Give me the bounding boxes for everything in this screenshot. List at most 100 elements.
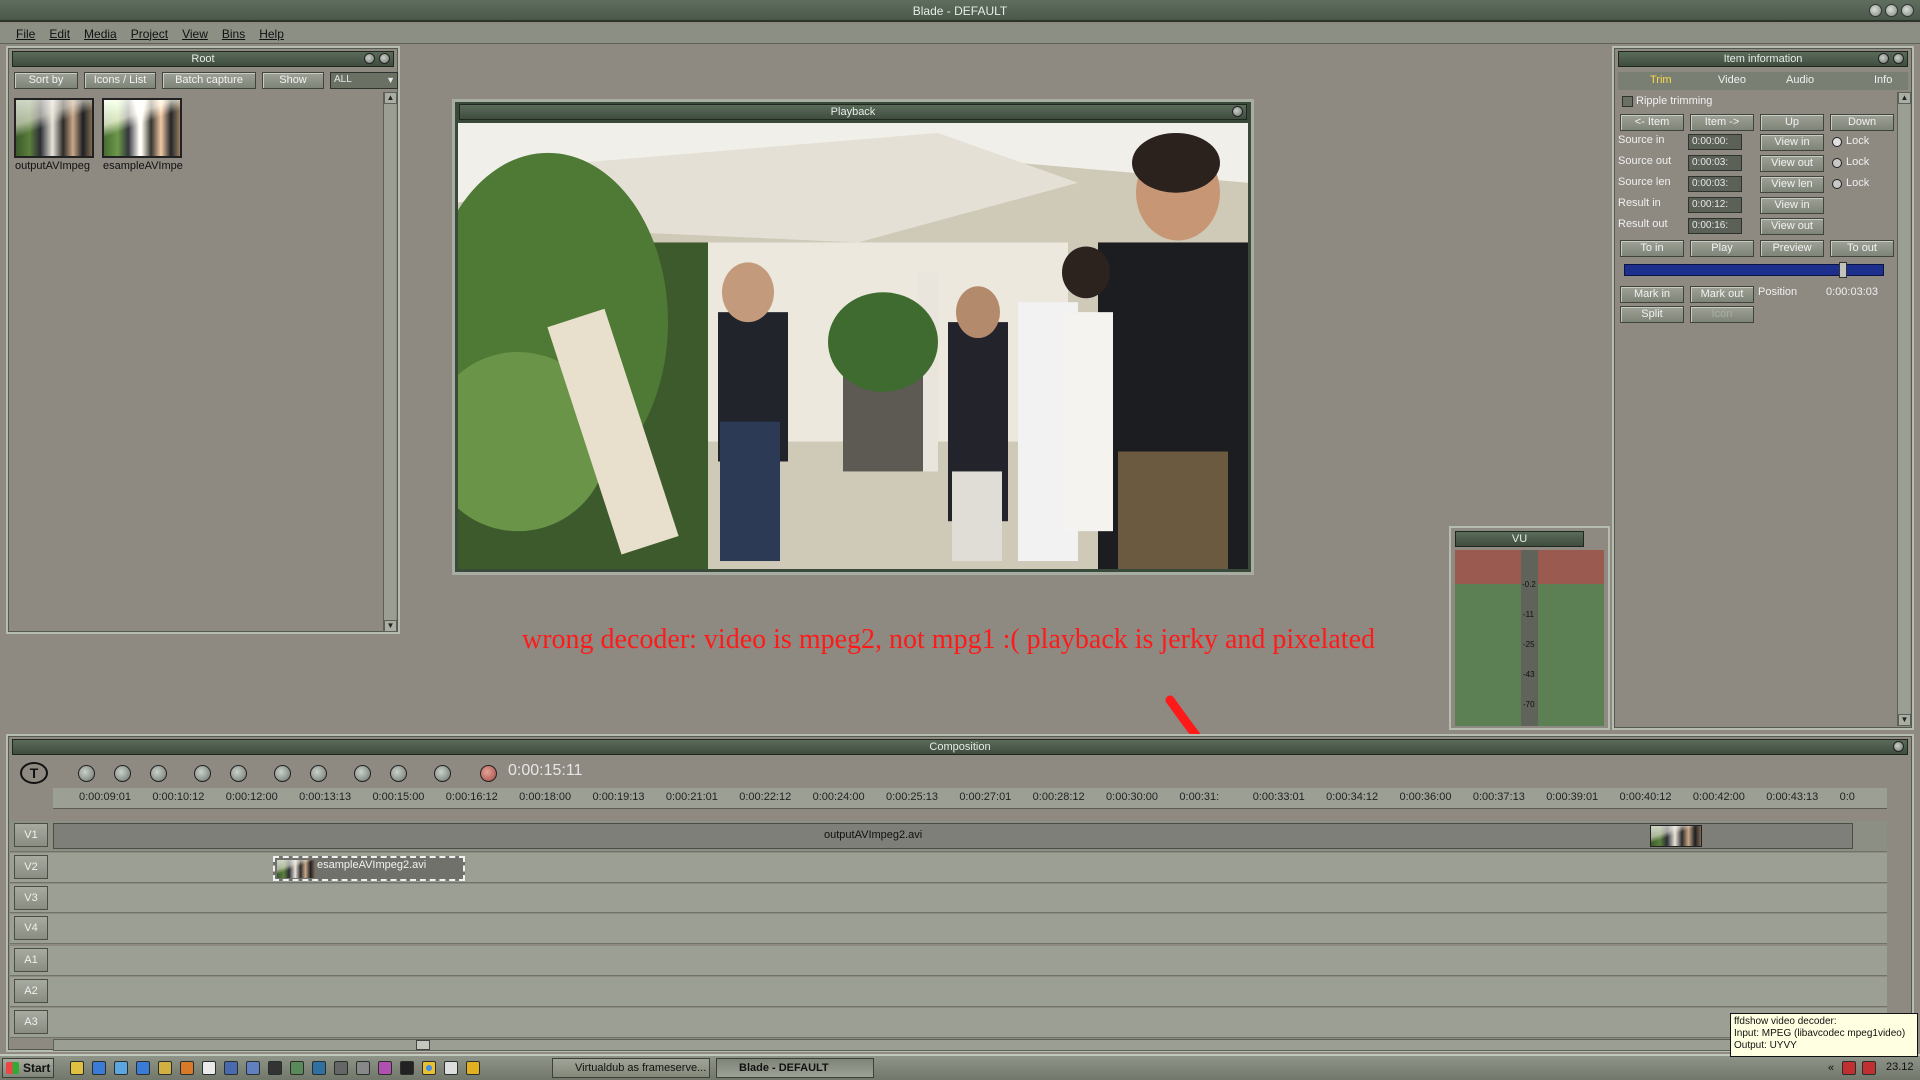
root-scrollbar[interactable]: ▲ ▼: [383, 92, 397, 632]
panel-menu-button[interactable]: [364, 53, 375, 64]
filter-select[interactable]: ALL ▼: [330, 72, 398, 89]
source-out-field[interactable]: 0:00:03:: [1688, 155, 1742, 171]
scroll-down-icon[interactable]: ▼: [1898, 714, 1911, 726]
hscroll-thumb[interactable]: [416, 1040, 430, 1050]
result-out-field[interactable]: 0:00:16:: [1688, 218, 1742, 234]
slider-thumb[interactable]: [1839, 262, 1848, 278]
menu-help[interactable]: Help: [259, 27, 284, 41]
quicklaunch-icon[interactable]: [334, 1061, 348, 1075]
go-start-icon[interactable]: [354, 765, 371, 782]
quicklaunch-icon[interactable]: [158, 1061, 172, 1075]
scroll-down-icon[interactable]: ▼: [384, 620, 397, 632]
source-in-field[interactable]: 0:00:00:: [1688, 134, 1742, 150]
view-result-out-button[interactable]: View out: [1760, 218, 1824, 235]
track-a1[interactable]: A1: [10, 946, 1887, 976]
quicklaunch-icon[interactable]: [70, 1061, 84, 1075]
down-button[interactable]: Down: [1830, 114, 1894, 131]
timeline-hscrollbar[interactable]: [53, 1039, 1887, 1051]
timeline-ruler[interactable]: 0:00:09:01 0:00:10:12 0:00:12:00 0:00:13:13…: [53, 788, 1887, 809]
track-v1[interactable]: V1 outputAVImpeg2.avi: [10, 821, 1887, 852]
position-slider[interactable]: [1624, 262, 1884, 278]
close-button[interactable]: [1901, 4, 1914, 17]
next-item-button[interactable]: Item ->: [1690, 114, 1754, 131]
tab-trim[interactable]: Trim: [1650, 74, 1672, 86]
tab-info[interactable]: Info: [1874, 74, 1892, 86]
mark-in-button[interactable]: Mark in: [1620, 286, 1684, 303]
go-end-icon[interactable]: [390, 765, 407, 782]
scroll-up-icon[interactable]: ▲: [384, 92, 397, 104]
zoom-in-icon[interactable]: [194, 765, 211, 782]
quicklaunch-icon[interactable]: [136, 1061, 150, 1075]
stop-icon[interactable]: [150, 765, 167, 782]
bin-item-thumbnail[interactable]: [14, 98, 94, 158]
batch-capture-button[interactable]: Batch capture: [162, 72, 256, 89]
track-a2[interactable]: A2: [10, 977, 1887, 1007]
source-len-field[interactable]: 0:00:03:: [1688, 176, 1742, 192]
ie-icon[interactable]: [92, 1061, 106, 1075]
start-button[interactable]: Start: [2, 1058, 54, 1078]
maximize-button[interactable]: [1885, 4, 1898, 17]
item-info-scrollbar[interactable]: ▲ ▼: [1897, 92, 1911, 726]
panel-close-button[interactable]: [1893, 741, 1904, 752]
quicklaunch-icon[interactable]: [290, 1061, 304, 1075]
ripple-checkbox[interactable]: [1622, 96, 1633, 107]
result-in-field[interactable]: 0:00:12:: [1688, 197, 1742, 213]
panel-close-button[interactable]: [1893, 53, 1904, 64]
view-result-in-button[interactable]: View in: [1760, 197, 1824, 214]
sort-by-button[interactable]: Sort by: [14, 72, 78, 89]
tray-expand-icon[interactable]: «: [1828, 1062, 1834, 1074]
quicklaunch-icon[interactable]: [114, 1061, 128, 1075]
lock-radio[interactable]: [1832, 137, 1842, 147]
to-in-button[interactable]: To in: [1620, 240, 1684, 257]
preview-button[interactable]: Preview: [1760, 240, 1824, 257]
track-v2[interactable]: V2 esampleAVImpeg2.avi: [10, 853, 1887, 883]
chrome-icon[interactable]: [422, 1061, 436, 1075]
view-in-button[interactable]: View in: [1760, 134, 1824, 151]
track-a3[interactable]: A3: [10, 1008, 1887, 1038]
view-len-button[interactable]: View len: [1760, 176, 1824, 193]
up-button[interactable]: Up: [1760, 114, 1824, 131]
play-button[interactable]: Play: [1690, 240, 1754, 257]
menu-view[interactable]: View: [182, 27, 208, 41]
quicklaunch-icon[interactable]: [400, 1061, 414, 1075]
track-v3[interactable]: V3: [10, 884, 1887, 913]
quicklaunch-icon[interactable]: [356, 1061, 370, 1075]
menu-edit[interactable]: Edit: [49, 27, 70, 41]
quicklaunch-icon[interactable]: [466, 1061, 480, 1075]
tab-audio[interactable]: Audio: [1786, 74, 1814, 86]
quicklaunch-icon[interactable]: [202, 1061, 216, 1075]
play-icon[interactable]: [114, 765, 131, 782]
quicklaunch-icon[interactable]: [444, 1061, 458, 1075]
view-out-button[interactable]: View out: [1760, 155, 1824, 172]
loop-icon[interactable]: [434, 765, 451, 782]
menu-media[interactable]: Media: [84, 27, 117, 41]
lock-radio[interactable]: [1832, 179, 1842, 189]
prev-item-button[interactable]: <- Item: [1620, 114, 1684, 131]
next-frame-icon[interactable]: [310, 765, 327, 782]
quicklaunch-icon[interactable]: [268, 1061, 282, 1075]
show-button[interactable]: Show: [262, 72, 324, 89]
mark-out-button[interactable]: Mark out: [1690, 286, 1754, 303]
rewind-icon[interactable]: [78, 765, 95, 782]
video-frame[interactable]: [458, 123, 1248, 569]
quicklaunch-icon[interactable]: [224, 1061, 238, 1075]
quicklaunch-icon[interactable]: [312, 1061, 326, 1075]
tray-icon[interactable]: [1862, 1061, 1876, 1075]
split-button[interactable]: Split: [1620, 306, 1684, 323]
tray-icon[interactable]: [1842, 1061, 1856, 1075]
taskbar-item-blade[interactable]: Blade - DEFAULT: [716, 1058, 874, 1078]
prev-frame-icon[interactable]: [274, 765, 291, 782]
menu-bins[interactable]: Bins: [222, 27, 245, 41]
firefox-icon[interactable]: [180, 1061, 194, 1075]
to-out-button[interactable]: To out: [1830, 240, 1894, 257]
panel-menu-button[interactable]: [1878, 53, 1889, 64]
icon-button[interactable]: Icon: [1690, 306, 1754, 323]
menu-file[interactable]: File: [16, 27, 35, 41]
taskbar-item-virtualdub[interactable]: Virtualdub as frameserve...: [552, 1058, 710, 1078]
icons-list-button[interactable]: Icons / List: [84, 72, 156, 89]
minimize-button[interactable]: [1869, 4, 1882, 17]
tab-video[interactable]: Video: [1718, 74, 1746, 86]
timeline-clip[interactable]: outputAVImpeg2.avi: [53, 823, 1853, 849]
panel-close-button[interactable]: [1232, 106, 1243, 117]
lock-radio[interactable]: [1832, 158, 1842, 168]
